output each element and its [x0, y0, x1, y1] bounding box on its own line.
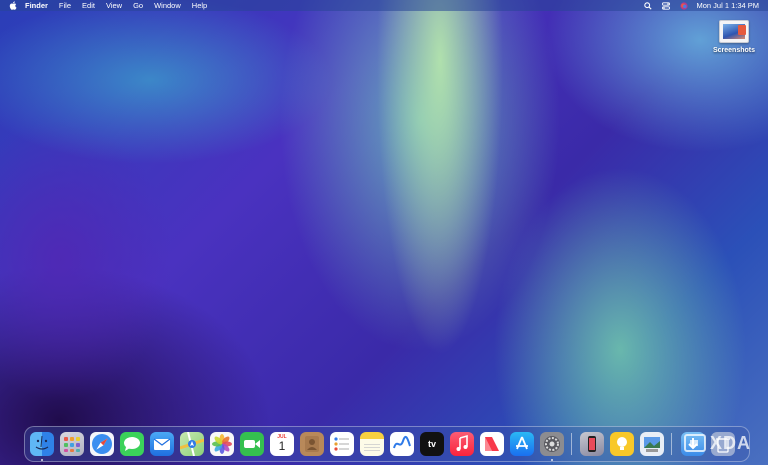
- photos-icon[interactable]: [210, 432, 234, 456]
- calendar-day: 1: [278, 439, 286, 453]
- menu-bar-status-area: Mon Jul 1 1:34 PM: [634, 0, 759, 11]
- xda-watermark-text: XDA: [710, 432, 752, 453]
- menu-help[interactable]: Help: [192, 0, 207, 11]
- maps-icon[interactable]: [180, 432, 204, 456]
- news-icon[interactable]: [480, 432, 504, 456]
- menu-window[interactable]: Window: [154, 0, 181, 11]
- finder-icon[interactable]: [30, 432, 54, 456]
- desktop-item-label: Screenshots: [712, 47, 756, 54]
- apple-tv-label: tv: [427, 439, 436, 449]
- launchpad-icon[interactable]: [60, 432, 84, 456]
- xda-logo-icon: [684, 434, 706, 452]
- reminders-icon[interactable]: [330, 432, 354, 456]
- running-indicator: [551, 459, 553, 461]
- menu-app-name[interactable]: Finder: [25, 0, 48, 11]
- freeform-icon[interactable]: [390, 432, 414, 456]
- calendar-icon[interactable]: JUL 1: [270, 432, 294, 456]
- contacts-icon[interactable]: [300, 432, 324, 456]
- music-icon[interactable]: [450, 432, 474, 456]
- system-settings-icon[interactable]: [540, 432, 564, 456]
- mail-icon[interactable]: [150, 432, 174, 456]
- menu-bar-clock[interactable]: Mon Jul 1 1:34 PM: [696, 0, 759, 11]
- xda-watermark: XDA: [684, 432, 751, 454]
- notes-icon[interactable]: [360, 432, 384, 456]
- menu-edit[interactable]: Edit: [82, 0, 95, 11]
- messages-icon[interactable]: [120, 432, 144, 456]
- dock: JUL 1 tv: [24, 426, 750, 462]
- apple-menu-icon[interactable]: [9, 1, 17, 10]
- menu-view[interactable]: View: [106, 0, 122, 11]
- screenshots-folder-icon: [719, 20, 749, 43]
- apple-tv-icon[interactable]: tv: [420, 432, 444, 456]
- menu-go[interactable]: Go: [133, 0, 143, 11]
- safari-icon[interactable]: [90, 432, 114, 456]
- menu-bar: Finder File Edit View Go Window Help Mon…: [0, 0, 768, 11]
- iphone-mirroring-icon[interactable]: [580, 432, 604, 456]
- dock-divider: [671, 433, 672, 455]
- desktop-item-screenshots[interactable]: Screenshots: [708, 20, 760, 54]
- preview-icon[interactable]: [640, 432, 664, 456]
- dock-divider: [571, 433, 572, 455]
- desktop-wallpaper: [0, 0, 768, 465]
- running-indicator: [41, 459, 43, 461]
- control-center-icon[interactable]: [661, 1, 670, 10]
- siri-icon[interactable]: [679, 1, 688, 10]
- app-store-icon[interactable]: [510, 432, 534, 456]
- tips-icon[interactable]: [610, 432, 634, 456]
- facetime-icon[interactable]: [240, 432, 264, 456]
- menu-file[interactable]: File: [59, 0, 71, 11]
- search-icon[interactable]: [643, 1, 652, 10]
